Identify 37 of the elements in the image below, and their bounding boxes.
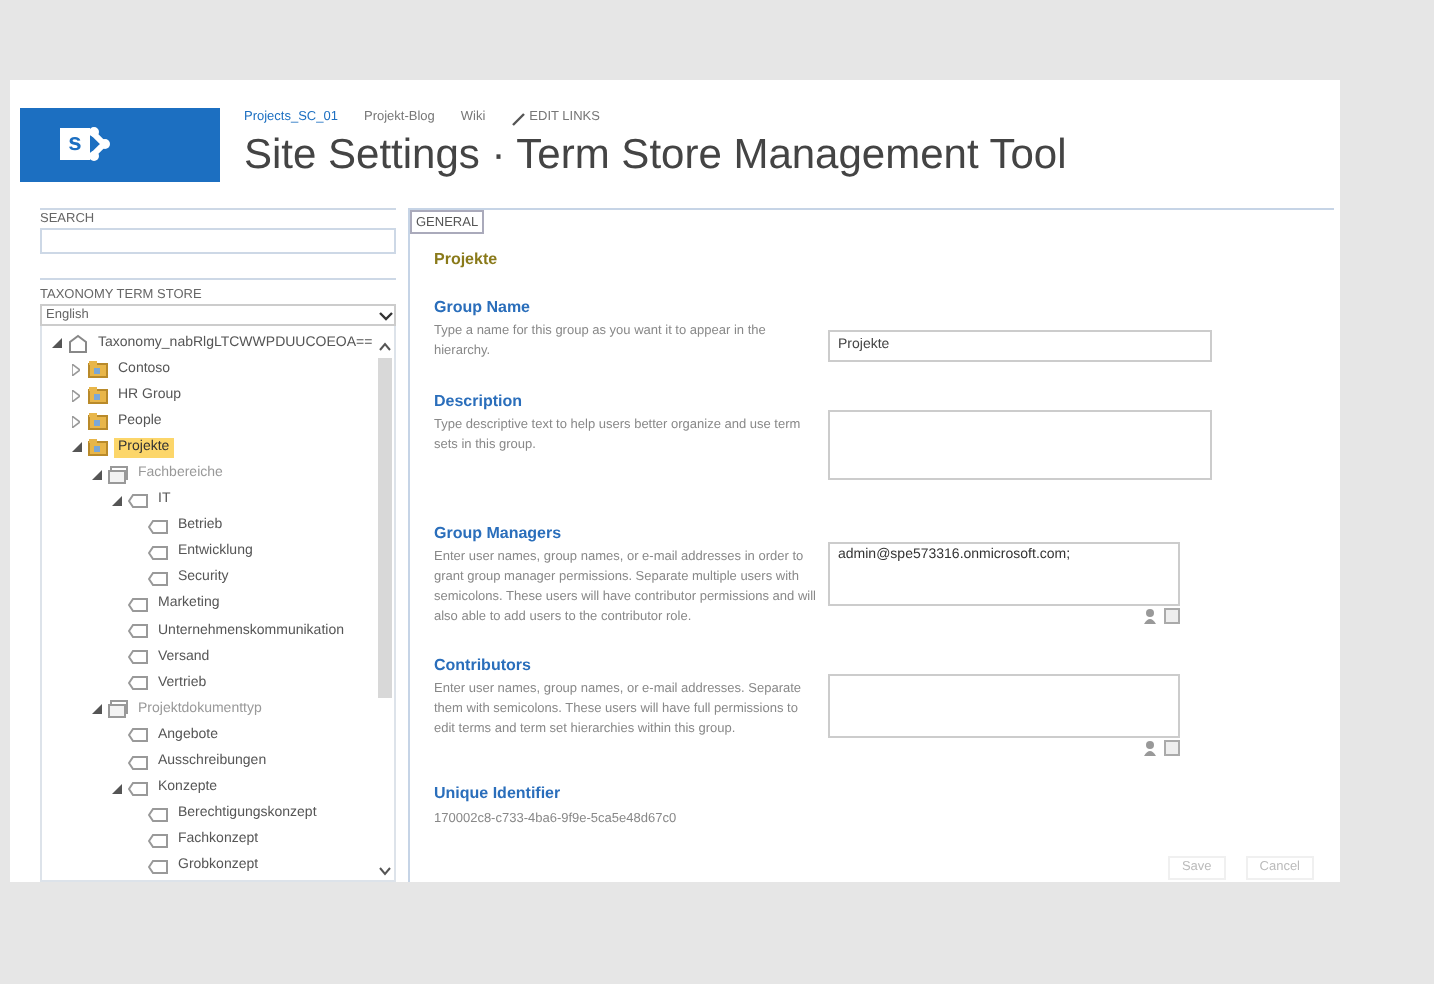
collapsed-arrow-icon[interactable] bbox=[72, 363, 80, 376]
collapsed-arrow-icon[interactable] bbox=[72, 389, 80, 402]
check-names-icon[interactable] bbox=[1144, 608, 1160, 624]
text-area[interactable] bbox=[828, 410, 1212, 480]
expanded-arrow-icon[interactable] bbox=[51, 338, 61, 349]
expanded-arrow-icon[interactable] bbox=[71, 442, 81, 453]
collapsed-arrow-icon[interactable] bbox=[72, 415, 80, 428]
scroll-up-icon[interactable] bbox=[378, 342, 393, 352]
expanded-arrow-icon[interactable] bbox=[91, 469, 101, 480]
connector-icon bbox=[90, 124, 110, 164]
folder-icon bbox=[88, 412, 108, 431]
people-picker-field[interactable] bbox=[828, 674, 1180, 738]
section-heading: Group Name bbox=[434, 296, 533, 320]
chevron-down-icon bbox=[378, 307, 394, 323]
address-book-icon[interactable] bbox=[1164, 740, 1180, 756]
expanded-arrow-icon[interactable] bbox=[111, 783, 121, 794]
group-title: Projekte bbox=[434, 250, 500, 270]
section-heading: Contributors bbox=[434, 654, 533, 678]
check-names-icon[interactable] bbox=[1144, 740, 1160, 756]
section-heading: Description bbox=[434, 390, 525, 414]
term-set-icon bbox=[108, 700, 128, 719]
folder-icon bbox=[88, 360, 108, 379]
term-store-icon bbox=[68, 333, 88, 354]
address-book-icon[interactable] bbox=[1164, 608, 1180, 624]
section-heading: Group Managers bbox=[434, 522, 564, 546]
scroll-down-icon[interactable] bbox=[378, 866, 393, 876]
page-title: Site Settings · Term Store Management Tool bbox=[244, 130, 1067, 182]
term-set-icon bbox=[108, 465, 128, 484]
folder-icon bbox=[88, 438, 108, 457]
section-heading: Unique Identifier bbox=[434, 782, 563, 806]
expanded-arrow-icon[interactable] bbox=[91, 704, 101, 715]
search-field[interactable] bbox=[40, 228, 396, 254]
pencil-icon bbox=[511, 111, 526, 125]
site-logo[interactable]: s bbox=[20, 107, 220, 181]
expanded-arrow-icon[interactable] bbox=[111, 495, 121, 506]
folder-icon bbox=[88, 386, 108, 405]
logo-letter: s bbox=[60, 128, 90, 160]
